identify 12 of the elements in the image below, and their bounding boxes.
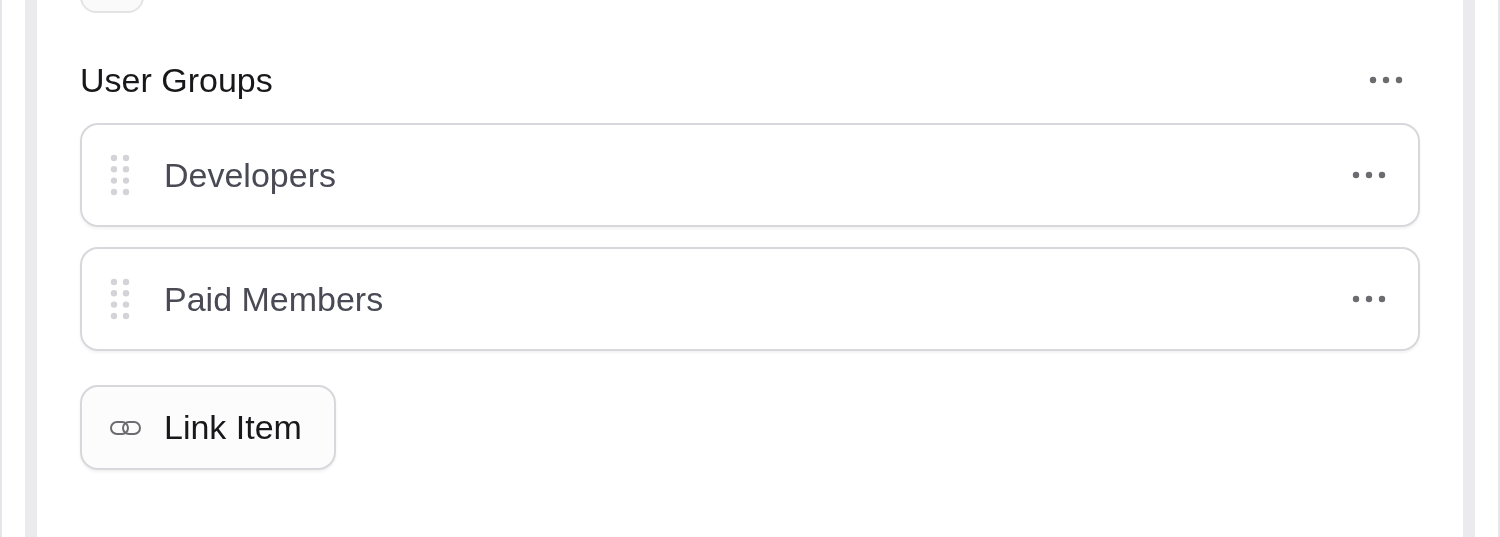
group-name: Paid Members: [164, 279, 385, 319]
group-name: Developers: [164, 155, 337, 195]
link-item-button[interactable]: Link Item: [80, 385, 336, 470]
group-row[interactable]: Developers: [80, 123, 1420, 227]
more-icon[interactable]: [1369, 76, 1403, 84]
group-row[interactable]: Paid Members: [80, 247, 1420, 351]
section-title: User Groups: [80, 60, 273, 100]
drag-handle-icon[interactable]: [110, 154, 130, 196]
more-icon[interactable]: [1352, 171, 1386, 179]
drag-handle-icon[interactable]: [110, 278, 130, 320]
more-icon[interactable]: [1352, 295, 1386, 303]
link-icon: [110, 419, 142, 436]
